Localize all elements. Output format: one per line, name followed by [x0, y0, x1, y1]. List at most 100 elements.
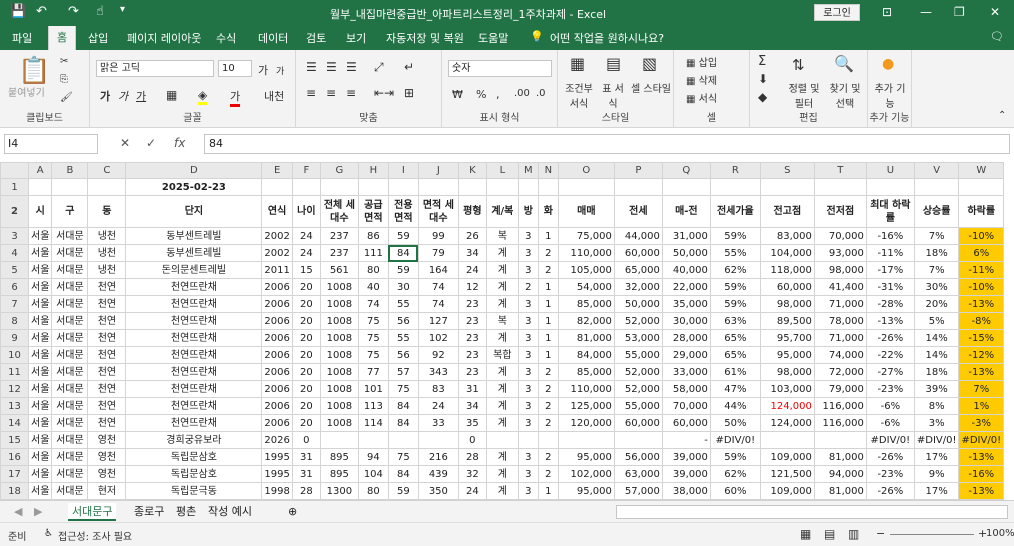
header-cell[interactable]: 단지: [125, 195, 263, 228]
cell[interactable]: 3: [517, 329, 539, 347]
cell[interactable]: 서대문: [51, 329, 89, 347]
name-box[interactable]: I4: [4, 134, 98, 154]
cell[interactable]: 31: [291, 465, 321, 483]
cell[interactable]: 75: [387, 448, 419, 466]
cut-icon[interactable]: ✂: [60, 56, 68, 67]
column-header[interactable]: U: [865, 162, 915, 179]
cell[interactable]: -13%: [865, 312, 915, 330]
cell[interactable]: 2006: [261, 346, 293, 364]
cell[interactable]: -3%: [958, 414, 1005, 432]
tab-help[interactable]: 도움말: [478, 30, 508, 46]
cell[interactable]: -15%: [958, 329, 1005, 347]
cell[interactable]: 71,000: [813, 295, 867, 313]
tab-data[interactable]: 데이터: [258, 30, 288, 46]
cell[interactable]: [261, 178, 293, 196]
cell[interactable]: 3%: [913, 414, 960, 432]
cell[interactable]: 계: [485, 363, 519, 381]
row-header[interactable]: 13: [0, 397, 29, 415]
row-header[interactable]: 16: [0, 448, 29, 466]
cell[interactable]: 56: [387, 346, 419, 364]
column-header[interactable]: O: [557, 162, 615, 179]
cell[interactable]: 2006: [261, 414, 293, 432]
cell[interactable]: 74: [417, 278, 459, 296]
middle-align-icon[interactable]: ☰: [326, 60, 337, 74]
header-cell[interactable]: 구: [51, 195, 89, 228]
cell[interactable]: 102: [417, 329, 459, 347]
cell[interactable]: -31%: [865, 278, 915, 296]
cell[interactable]: 서대문: [51, 346, 89, 364]
increase-decimal-icon[interactable]: .0: [536, 88, 546, 99]
delete-cells-button[interactable]: ▦ 삭제: [686, 72, 717, 87]
cell[interactable]: 124,000: [759, 414, 815, 432]
cell[interactable]: 59: [387, 482, 419, 500]
cell[interactable]: 2: [537, 363, 559, 381]
header-cell[interactable]: 매매: [557, 195, 615, 228]
cell[interactable]: 2: [537, 448, 559, 466]
cell[interactable]: -13%: [958, 295, 1005, 313]
cell[interactable]: 109,000: [759, 448, 815, 466]
cell[interactable]: 독립문삼호: [125, 448, 263, 466]
cell[interactable]: 1995: [261, 448, 293, 466]
underline-button[interactable]: 가: [136, 88, 146, 104]
cell[interactable]: 20: [291, 414, 321, 432]
header-cell[interactable]: 동: [87, 195, 127, 228]
header-cell[interactable]: 나이: [291, 195, 321, 228]
tab-autosave[interactable]: 자동저장 및 복원: [386, 30, 464, 46]
cell[interactable]: -17%: [865, 261, 915, 279]
cell[interactable]: 영천: [87, 431, 127, 449]
cell[interactable]: 50%: [709, 414, 761, 432]
cell[interactable]: 57,000: [613, 482, 663, 500]
cell[interactable]: 30%: [913, 278, 960, 296]
cell[interactable]: 18%: [913, 363, 960, 381]
font-size-select[interactable]: 10: [218, 60, 252, 77]
header-cell[interactable]: 전저점: [813, 195, 867, 228]
cell[interactable]: 70,000: [661, 397, 711, 415]
cell[interactable]: 52,000: [613, 380, 663, 398]
cell[interactable]: 현저: [87, 482, 127, 500]
cell[interactable]: 1008: [319, 329, 359, 347]
cell[interactable]: 2: [517, 278, 539, 296]
cell[interactable]: 천연뜨란채: [125, 380, 263, 398]
cell[interactable]: 78,000: [813, 312, 867, 330]
cell[interactable]: 113: [357, 397, 389, 415]
cell[interactable]: 천연뜨란채: [125, 312, 263, 330]
cell[interactable]: 111: [357, 244, 389, 262]
column-header[interactable]: Q: [661, 162, 711, 179]
cell[interactable]: 98,000: [759, 295, 815, 313]
cell[interactable]: -13%: [958, 448, 1005, 466]
cell[interactable]: 80: [357, 261, 389, 279]
cell[interactable]: 3: [517, 448, 539, 466]
cell[interactable]: 1: [537, 227, 559, 245]
cell[interactable]: 34: [457, 397, 487, 415]
cell[interactable]: 118,000: [759, 261, 815, 279]
cell[interactable]: 84: [387, 244, 419, 262]
cell[interactable]: 영천: [87, 448, 127, 466]
bottom-align-icon[interactable]: ☰: [346, 60, 357, 74]
cell[interactable]: [457, 178, 487, 196]
cell[interactable]: 서울: [27, 414, 53, 432]
cell[interactable]: -11%: [865, 244, 915, 262]
cell[interactable]: [387, 431, 419, 449]
column-header[interactable]: V: [913, 162, 960, 179]
cell[interactable]: 216: [417, 448, 459, 466]
cell[interactable]: 56: [387, 312, 419, 330]
merge-icon[interactable]: ⊞: [404, 86, 414, 100]
cell[interactable]: 서대문: [51, 448, 89, 466]
cell[interactable]: #DIV/0!: [958, 431, 1005, 449]
cell[interactable]: 24: [417, 397, 459, 415]
header-cell[interactable]: 상승률: [913, 195, 960, 228]
cell[interactable]: 0: [457, 431, 487, 449]
header-cell[interactable]: 화: [537, 195, 559, 228]
cell[interactable]: 천연뜨란채: [125, 363, 263, 381]
conditional-format-button[interactable]: 조건부 서식: [562, 80, 596, 110]
cell[interactable]: -13%: [958, 363, 1005, 381]
comment-icon[interactable]: 🗨: [990, 30, 1004, 43]
cell[interactable]: 81,000: [813, 482, 867, 500]
cell[interactable]: 77: [357, 363, 389, 381]
currency-icon[interactable]: ₩: [452, 88, 463, 101]
cell[interactable]: 98,000: [813, 261, 867, 279]
cell[interactable]: 2006: [261, 397, 293, 415]
cell[interactable]: 93,000: [813, 244, 867, 262]
cell[interactable]: 20: [291, 295, 321, 313]
cell[interactable]: 52,000: [613, 363, 663, 381]
